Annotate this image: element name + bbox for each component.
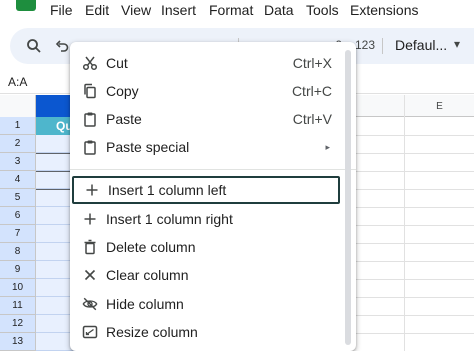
clipboard-icon xyxy=(82,111,98,127)
menu-divider xyxy=(70,169,356,170)
row-header[interactable]: 6 xyxy=(0,207,36,225)
toolbar-divider xyxy=(382,38,383,54)
menu-item-label: Copy xyxy=(106,83,139,99)
row-header[interactable]: 11 xyxy=(0,297,36,315)
menu-item-paste-special[interactable]: Paste special ▸ xyxy=(70,133,356,161)
shortcut-label: Ctrl+X xyxy=(292,55,332,71)
resize-icon xyxy=(82,324,98,340)
menu-item-label: Clear column xyxy=(106,267,189,283)
row-header[interactable]: 7 xyxy=(0,225,36,243)
menu-item-cut[interactable]: Cut Ctrl+X xyxy=(70,49,356,77)
row-header[interactable]: 10 xyxy=(0,279,36,297)
menu-edit[interactable]: Edit xyxy=(85,2,109,18)
font-family-select[interactable]: Defaul... xyxy=(395,37,447,53)
menu-item-label: Insert 1 column left xyxy=(108,182,227,198)
menu-item-delete-column[interactable]: Delete column xyxy=(70,233,356,261)
menu-item-clear-column[interactable]: Clear column xyxy=(70,261,356,289)
row-header[interactable]: 5 xyxy=(0,189,36,207)
select-all-corner[interactable] xyxy=(0,95,36,117)
menu-bar: File Edit View Insert Format Data Tools … xyxy=(0,0,474,24)
row-header[interactable]: 2 xyxy=(0,135,36,153)
row-header[interactable]: 9 xyxy=(0,261,36,279)
menu-extensions[interactable]: Extensions xyxy=(350,2,418,18)
chevron-down-icon[interactable]: ▾ xyxy=(454,37,460,51)
row-header[interactable]: 8 xyxy=(0,243,36,261)
row-header[interactable]: 3 xyxy=(0,153,36,171)
scissors-icon xyxy=(82,55,98,71)
shortcut-label: Ctrl+C xyxy=(291,83,332,99)
row-header[interactable]: 1 xyxy=(0,117,36,135)
menu-format[interactable]: Format xyxy=(209,2,253,18)
sheets-logo-icon[interactable] xyxy=(16,0,36,11)
plus-icon xyxy=(84,182,100,198)
column-header-e[interactable]: E xyxy=(404,95,474,117)
more-formats-button[interactable]: 123 xyxy=(355,38,375,52)
column-context-menu: Cut Ctrl+X Copy Ctrl+C Paste Ctrl+V Past… xyxy=(70,42,356,351)
x-icon xyxy=(82,267,98,283)
eye-off-icon xyxy=(82,296,98,312)
menu-item-copy[interactable]: Copy Ctrl+C xyxy=(70,77,356,105)
undo-icon[interactable] xyxy=(52,28,72,64)
menu-item-label: Resize column xyxy=(106,324,198,340)
clipboard-icon xyxy=(82,139,98,155)
name-box[interactable]: A:A xyxy=(8,75,27,89)
menu-tools[interactable]: Tools xyxy=(306,2,339,18)
shortcut-label: Ctrl+V xyxy=(292,111,332,127)
grid-line xyxy=(404,117,405,351)
menu-item-label: Paste xyxy=(106,111,142,127)
menu-item-label: Cut xyxy=(106,55,128,71)
menu-file[interactable]: File xyxy=(50,2,73,18)
row-header[interactable]: 4 xyxy=(0,171,36,189)
menu-insert[interactable]: Insert xyxy=(161,2,196,18)
menu-item-insert-column-right[interactable]: Insert 1 column right xyxy=(70,205,356,233)
menu-item-resize-column[interactable]: Resize column xyxy=(70,318,356,346)
menu-item-label: Insert 1 column right xyxy=(106,211,233,227)
menu-item-label: Hide column xyxy=(106,296,184,312)
menu-item-paste[interactable]: Paste Ctrl+V xyxy=(70,105,356,133)
menu-item-label: Paste special xyxy=(106,139,190,155)
search-menus-icon[interactable] xyxy=(22,28,46,64)
row-header[interactable]: 12 xyxy=(0,315,36,333)
menu-item-hide-column[interactable]: Hide column xyxy=(70,290,356,318)
plus-icon xyxy=(82,211,98,227)
menu-view[interactable]: View xyxy=(121,2,151,18)
menu-scrollbar[interactable] xyxy=(345,50,351,345)
menu-item-label: Delete column xyxy=(106,239,196,255)
row-header[interactable]: 13 xyxy=(0,333,36,351)
submenu-arrow-icon: ▸ xyxy=(325,141,330,152)
trash-icon xyxy=(82,239,98,255)
menu-item-insert-column-left[interactable]: Insert 1 column left xyxy=(72,176,340,204)
menu-data[interactable]: Data xyxy=(264,2,294,18)
copy-icon xyxy=(82,83,98,99)
